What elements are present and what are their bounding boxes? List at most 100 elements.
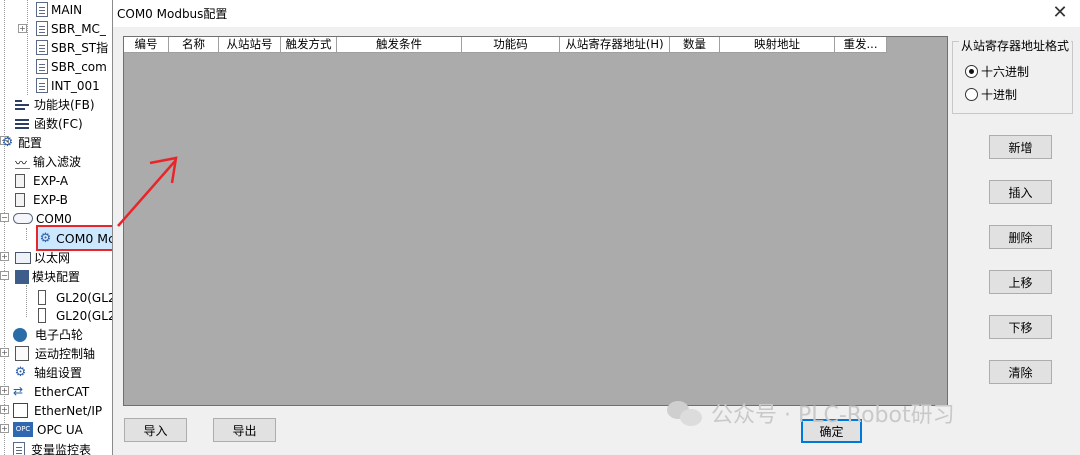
clear-button[interactable]: 清除 [989, 360, 1052, 384]
dialog-title: COM0 Modbus配置 [117, 7, 228, 21]
tree-item-opc-ua[interactable]: OPC OPC UA [13, 420, 83, 439]
expand-toggle[interactable]: + [0, 386, 9, 395]
column-header[interactable]: 触发方式 [281, 37, 337, 53]
tree-item-variable-watch[interactable]: 变量监控表 [13, 440, 91, 455]
program-icon [36, 40, 48, 55]
tree-item-input-filter[interactable]: 〰 输入滤波 [15, 152, 81, 171]
tree-item-motion-axis[interactable]: 运动控制轴 [15, 344, 95, 363]
module-icon [15, 269, 29, 284]
column-header[interactable]: 编号 [124, 37, 169, 53]
io-module-icon [38, 308, 46, 323]
tree-item-label: 配置 [18, 136, 43, 150]
expand-toggle[interactable]: + [0, 252, 9, 261]
address-format-legend: 从站寄存器地址格式 [959, 37, 1072, 54]
column-header[interactable]: 数量 [670, 37, 720, 53]
import-button[interactable]: 导入 [124, 418, 187, 442]
tree-item-label: SBR_com [51, 59, 107, 74]
tree-item-int-001[interactable]: INT_001 [36, 76, 100, 95]
column-header[interactable]: 从站站号 [219, 37, 281, 53]
ethercat-icon: ⇄ [13, 384, 24, 398]
tree-item-label: 函数(FC) [34, 117, 83, 131]
tree-item-exp-a[interactable]: EXP-A [15, 171, 68, 190]
gear-icon: ⚙ [14, 365, 27, 380]
gear-icon: ⚙ [1, 135, 14, 150]
tree-item-module-config[interactable]: 模块配置 [15, 267, 80, 286]
tree-item-exp-b[interactable]: EXP-B [15, 190, 68, 209]
expand-toggle[interactable]: + [0, 348, 9, 357]
collapse-toggle[interactable]: − [0, 213, 9, 222]
radio-hex[interactable]: 十六进制 [965, 63, 1029, 80]
tree-item-label: OPC UA [37, 422, 83, 437]
radio-decimal[interactable]: 十进制 [965, 86, 1017, 103]
column-header[interactable]: 触发条件 [337, 37, 462, 53]
tree-item-sbr-mc[interactable]: SBR_MC_ [36, 19, 106, 38]
interrupt-program-icon [36, 78, 48, 93]
dialog-titlebar[interactable]: COM0 Modbus配置 ✕ [113, 0, 1080, 27]
radio-label: 十六进制 [981, 65, 1030, 79]
tree-item-label: 模块配置 [32, 270, 81, 284]
serial-port-icon [13, 213, 33, 224]
tree-item-function-block[interactable]: 功能块(FB) [15, 95, 95, 114]
tree-item-sbr-com[interactable]: SBR_com [36, 57, 107, 76]
column-header[interactable]: 名称 [169, 37, 219, 53]
tree-item-label: GL20(GL2 [56, 308, 112, 323]
export-button[interactable]: 导出 [213, 418, 276, 442]
tree-item-axis-group[interactable]: ⚙ 轴组设置 [13, 363, 82, 382]
expand-toggle[interactable]: + [18, 24, 27, 33]
tree-item-ethercat[interactable]: ⇄ EtherCAT [13, 382, 89, 401]
tree-item-label: 运动控制轴 [35, 347, 96, 361]
move-down-button[interactable]: 下移 [989, 315, 1052, 339]
tree-item-sbr-st[interactable]: SBR_ST指 [36, 38, 108, 57]
tree-item-label: EtherNet/IP [34, 403, 103, 418]
delete-button[interactable]: 删除 [989, 225, 1052, 249]
tree-item-label: 输入滤波 [33, 155, 82, 169]
tree-item-ethernet-ip[interactable]: EtherNet/IP [13, 401, 102, 420]
move-up-button[interactable]: 上移 [989, 270, 1052, 294]
wechat-logo-icon [667, 399, 703, 427]
program-icon [36, 2, 48, 17]
watch-table-icon [13, 442, 25, 455]
column-header[interactable]: 重发... [835, 37, 887, 53]
tree-item-ethernet[interactable]: 以太网 [15, 248, 70, 267]
tree-item-label: MAIN [51, 2, 83, 17]
tree-item-label: SBR_MC_ [51, 21, 106, 36]
tree-item-label: 变量监控表 [31, 443, 92, 455]
watermark-text: 公众号 · PLC-Robot研习 [711, 403, 955, 428]
tree-item-electronic-cam[interactable]: 电子凸轮 [13, 325, 83, 344]
tree-item-label: EtherCAT [34, 384, 90, 399]
column-header[interactable]: 从站寄存器地址(H) [560, 37, 670, 53]
project-tree: + − − + − + + + + MAIN SBR_MC_ SBR_ST指 S… [0, 0, 112, 455]
expansion-card-icon [15, 173, 25, 188]
tree-item-main[interactable]: MAIN [36, 0, 82, 19]
cam-icon [13, 327, 27, 342]
radio-button-checked[interactable] [965, 65, 978, 78]
tree-item-label: INT_001 [51, 78, 100, 93]
tree-item-label: GL20(GL2 [56, 290, 112, 305]
expand-toggle[interactable]: + [0, 424, 9, 433]
collapse-toggle[interactable]: − [0, 271, 9, 280]
column-header[interactable]: 功能码 [462, 37, 560, 53]
add-button[interactable]: 新增 [989, 135, 1052, 159]
tree-item-label: EXP-B [33, 192, 68, 207]
wave-icon: 〰 [15, 154, 30, 170]
tree-item-label: SBR_ST指 [51, 41, 109, 55]
program-icon [36, 21, 48, 36]
close-button[interactable]: ✕ [1049, 2, 1071, 24]
column-header[interactable]: 映射地址 [720, 37, 835, 53]
opc-icon: OPC [13, 422, 33, 437]
radio-label: 十进制 [981, 88, 1018, 102]
io-module-icon [38, 290, 46, 305]
tree-item-label: 功能块(FB) [34, 98, 95, 112]
modbus-table[interactable]: 编号 名称 从站站号 触发方式 触发条件 功能码 从站寄存器地址(H) 数量 映… [123, 36, 948, 406]
table-header: 编号 名称 从站站号 触发方式 触发条件 功能码 从站寄存器地址(H) 数量 映… [124, 37, 887, 53]
insert-button[interactable]: 插入 [989, 180, 1052, 204]
ethernet-ip-icon [13, 403, 28, 418]
tree-item-function[interactable]: 函数(FC) [15, 114, 83, 133]
expand-toggle[interactable]: + [0, 405, 9, 414]
function-icon [15, 118, 31, 130]
tree-item-config[interactable]: ⚙ 配置 [0, 133, 42, 152]
tree-item-gl20-2[interactable]: GL20(GL2 [38, 306, 112, 325]
tree-item-gl20-1[interactable]: GL20(GL2 [38, 288, 112, 307]
radio-button[interactable] [965, 88, 978, 101]
tree-item-label: EXP-A [33, 173, 69, 188]
